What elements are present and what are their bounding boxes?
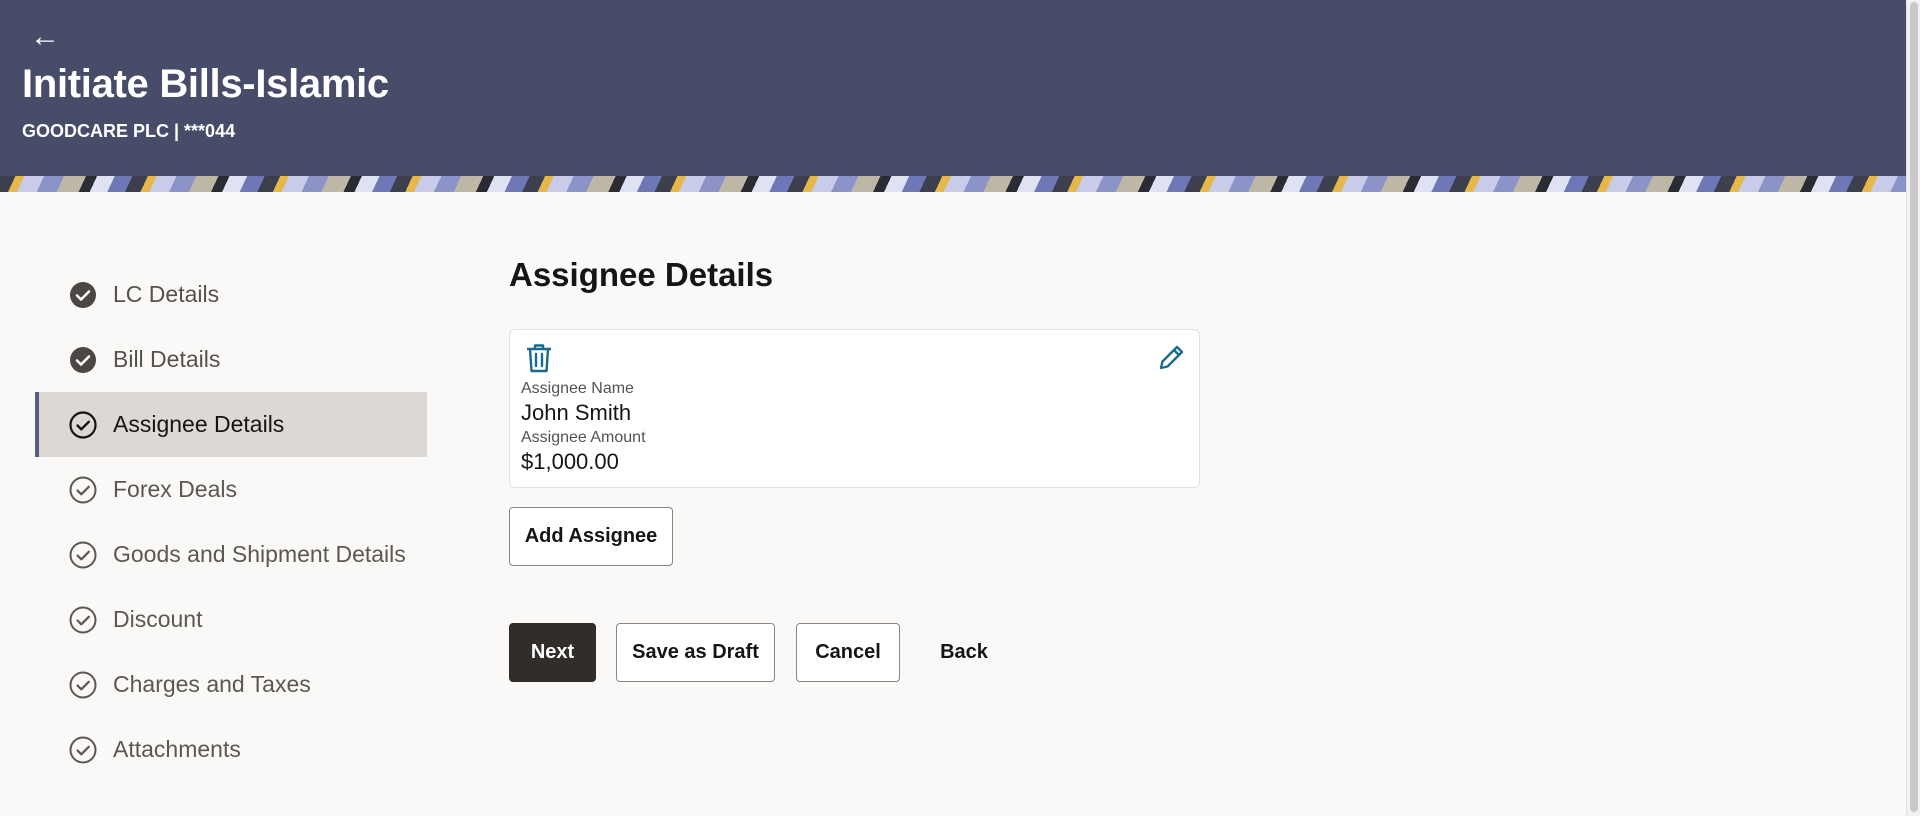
- assignee-amount-value: $1,000.00: [521, 449, 619, 474]
- next-button[interactable]: Next: [509, 623, 596, 682]
- step-label: Forex Deals: [113, 476, 237, 502]
- step-label: Discount: [113, 606, 203, 632]
- decorative-banner: [0, 176, 1906, 192]
- step-assignee-details[interactable]: Assignee Details: [35, 392, 427, 457]
- arrow-left-icon[interactable]: ←: [30, 22, 60, 52]
- assignee-card: Assignee Name John Smith Assignee Amount…: [509, 329, 1200, 488]
- check-filled-icon: [70, 281, 96, 308]
- check-filled-icon: [70, 346, 96, 373]
- step-label: Attachments: [113, 736, 241, 762]
- step-label: Goods and Shipment Details: [113, 541, 406, 567]
- page-subtitle: GOODCARE PLC | ***044: [22, 121, 236, 141]
- page-header: ← Initiate Bills-Islamic GOODCARE PLC | …: [0, 0, 1906, 176]
- save-as-draft-button[interactable]: Save as Draft: [616, 623, 775, 682]
- add-assignee-button[interactable]: Add Assignee: [509, 507, 673, 566]
- page-title: Initiate Bills-Islamic: [22, 62, 389, 106]
- assignee-name-label: Assignee Name: [521, 380, 634, 397]
- step-discount[interactable]: Discount: [35, 587, 427, 652]
- step-charges-and-taxes[interactable]: Charges and Taxes: [35, 652, 427, 717]
- step-label: Bill Details: [113, 346, 221, 372]
- back-button[interactable]: Back: [918, 623, 1010, 682]
- check-circle-icon: [69, 736, 97, 763]
- cancel-button[interactable]: Cancel: [796, 623, 900, 682]
- check-circle-icon: [69, 476, 97, 503]
- trash-icon[interactable]: [524, 342, 554, 374]
- step-attachments[interactable]: Attachments: [35, 717, 427, 782]
- step-bill-details[interactable]: Bill Details: [35, 327, 427, 392]
- section-title: Assignee Details: [509, 256, 774, 293]
- vertical-scrollbar[interactable]: [1906, 0, 1920, 816]
- step-forex-deals[interactable]: Forex Deals: [35, 457, 427, 522]
- check-circle-icon: [69, 410, 97, 439]
- step-label: Assignee Details: [113, 411, 285, 437]
- step-navigation: LC Details Bill Details Assignee Details…: [35, 262, 427, 782]
- check-circle-icon: [69, 606, 97, 633]
- step-label: LC Details: [113, 281, 220, 307]
- check-circle-icon: [69, 671, 97, 698]
- check-circle-icon: [69, 541, 97, 568]
- assignee-name-value: John Smith: [521, 400, 632, 425]
- step-goods-and-shipment-details[interactable]: Goods and Shipment Details: [35, 522, 427, 587]
- assignee-amount-label: Assignee Amount: [521, 429, 646, 446]
- step-label: Charges and Taxes: [113, 671, 311, 697]
- scrollbar-thumb[interactable]: [1910, 2, 1918, 812]
- pencil-icon[interactable]: [1157, 342, 1187, 372]
- step-lc-details[interactable]: LC Details: [35, 262, 427, 327]
